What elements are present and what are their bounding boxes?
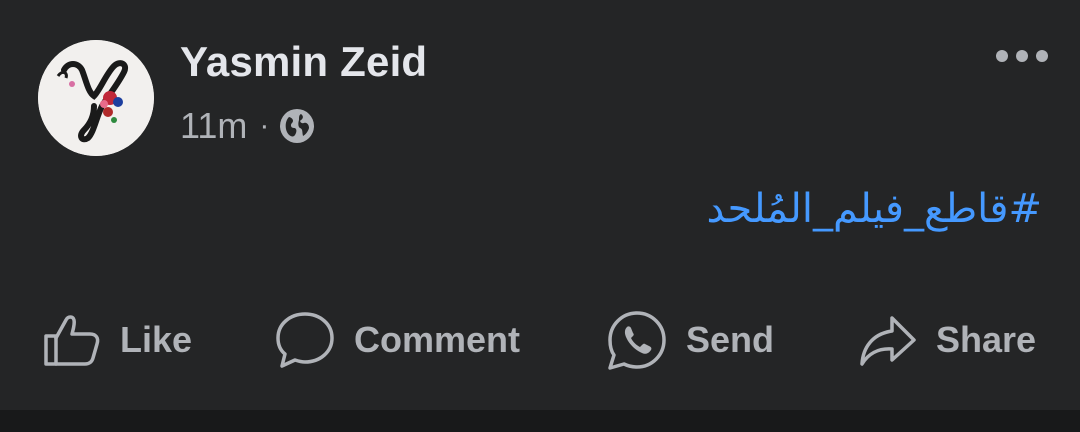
meta-separator: · <box>259 109 270 142</box>
share-arrow-icon <box>860 316 916 366</box>
post-hashtag[interactable]: #قاطع_فيلم_المُلحد <box>707 186 1043 232</box>
post-action-bar: Like Comment Send Share <box>0 300 1080 380</box>
more-options-button[interactable] <box>990 36 1054 76</box>
more-options-icon <box>996 50 1008 62</box>
like-label: Like <box>120 319 193 360</box>
comment-label: Comment <box>354 319 521 360</box>
feed-separator <box>0 410 1080 432</box>
post-timestamp[interactable]: 11m <box>180 105 247 147</box>
post-card: Yasmin Zeid 11m · #قاطع_فيلم_المُلحد Lik… <box>0 0 1080 410</box>
author-name[interactable]: Yasmin Zeid <box>180 38 427 86</box>
send-button[interactable]: Send <box>606 300 774 380</box>
globe-icon[interactable] <box>279 108 315 144</box>
share-button[interactable]: Share <box>858 300 1036 380</box>
share-label: Share <box>936 319 1037 360</box>
thumbs-up-icon <box>44 315 100 366</box>
like-button[interactable]: Like <box>42 300 192 380</box>
post-meta: 11m · <box>180 104 315 148</box>
avatar[interactable] <box>38 40 154 156</box>
comment-bubble-icon <box>276 312 334 368</box>
comment-button[interactable]: Comment <box>274 300 520 380</box>
send-label: Send <box>686 319 775 360</box>
whatsapp-icon <box>608 311 666 370</box>
